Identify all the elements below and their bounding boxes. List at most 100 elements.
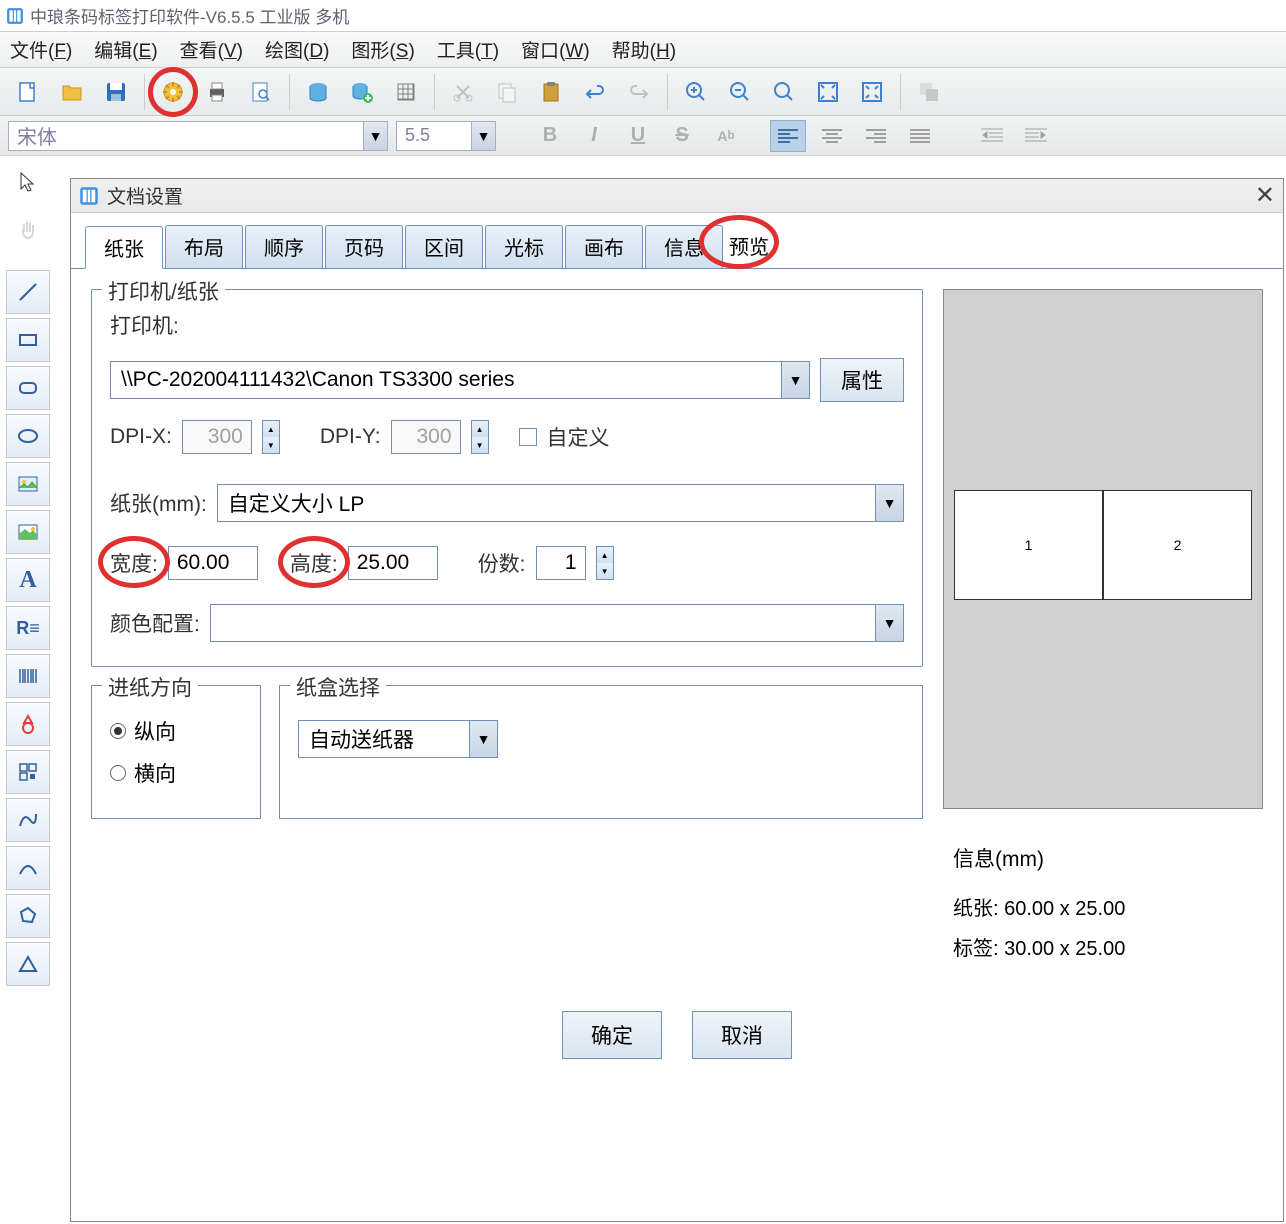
align-left-button[interactable] — [770, 120, 806, 152]
font-select[interactable]: 宋体 ▼ — [8, 121, 388, 151]
zoom-button[interactable] — [764, 72, 804, 112]
dpi-y-spinner[interactable]: ▲▼ — [471, 420, 489, 454]
menu-help[interactable]: 帮助(H) — [612, 36, 676, 63]
open-button[interactable] — [52, 72, 92, 112]
font-name: 宋体 — [9, 121, 363, 150]
menu-tool[interactable]: 工具(T) — [437, 36, 499, 63]
redo-button[interactable] — [619, 72, 659, 112]
info-paper: 纸张: 60.00 x 25.00 — [953, 889, 1253, 929]
menu-window[interactable]: 窗口(W) — [521, 36, 590, 63]
doc-settings-button[interactable] — [153, 72, 193, 112]
qrcode-tool[interactable] — [6, 750, 50, 794]
dialog-tabs: 纸张 布局 顺序 页码 区间 光标 画布 信息 预览 — [71, 213, 1283, 269]
database-add-button[interactable] — [342, 72, 382, 112]
tab-canvas[interactable]: 画布 — [565, 225, 643, 268]
new-doc-button[interactable] — [8, 72, 48, 112]
indent-left-button[interactable] — [974, 120, 1010, 152]
undo-button[interactable] — [575, 72, 615, 112]
align-center-button[interactable] — [814, 120, 850, 152]
superscript-button[interactable]: Ab — [708, 120, 744, 152]
shape-tool[interactable] — [6, 702, 50, 746]
copies-spinner[interactable]: ▲▼ — [596, 546, 614, 580]
tray-select[interactable]: 自动送纸器 ▼ — [298, 720, 498, 758]
menu-shape[interactable]: 图形(S) — [351, 36, 414, 63]
dropdown-icon[interactable]: ▼ — [875, 605, 903, 641]
dialog-buttons: 确定 取消 — [71, 999, 1283, 1071]
fit-width-button[interactable] — [852, 72, 892, 112]
portrait-radio[interactable]: 纵向 — [110, 716, 242, 746]
printer-select[interactable]: \\PC-202004111432\Canon TS3300 series ▼ — [110, 361, 810, 399]
layers-button[interactable] — [909, 72, 949, 112]
dpi-x-spinner[interactable]: ▲▼ — [262, 420, 280, 454]
height-label: 高度: — [290, 548, 338, 578]
underline-button[interactable]: U — [620, 120, 656, 152]
ellipse-tool[interactable] — [6, 414, 50, 458]
triangle-tool[interactable] — [6, 942, 50, 986]
menu-edit[interactable]: 编辑(E) — [94, 36, 157, 63]
align-right-button[interactable] — [858, 120, 894, 152]
radio-icon — [110, 723, 126, 739]
bold-button[interactable]: B — [532, 120, 568, 152]
grid-button[interactable] — [386, 72, 426, 112]
pointer-tool[interactable] — [6, 160, 50, 204]
close-icon[interactable]: ✕ — [1255, 181, 1275, 210]
print-button[interactable] — [197, 72, 237, 112]
cancel-button[interactable]: 取消 — [692, 1011, 792, 1059]
height-input[interactable] — [348, 546, 438, 580]
zoom-in-button[interactable] — [676, 72, 716, 112]
color-config-select[interactable]: ▼ — [210, 604, 904, 642]
landscape-radio[interactable]: 横向 — [110, 758, 242, 788]
zoom-out-button[interactable] — [720, 72, 760, 112]
menu-draw[interactable]: 绘图(D) — [265, 36, 329, 63]
picture-tool[interactable] — [6, 510, 50, 554]
preview-labels: 1 2 — [954, 490, 1252, 600]
font-size-input[interactable]: 5.5 ▼ — [396, 121, 496, 151]
size-dropdown-icon[interactable]: ▼ — [471, 122, 495, 150]
dpi-y-input[interactable] — [391, 420, 461, 454]
line-tool[interactable] — [6, 270, 50, 314]
tab-page[interactable]: 页码 — [325, 225, 403, 268]
menu-file[interactable]: 文件(F) — [10, 36, 72, 63]
fit-button[interactable] — [808, 72, 848, 112]
dropdown-icon[interactable]: ▼ — [875, 485, 903, 521]
tab-layout[interactable]: 布局 — [165, 225, 243, 268]
italic-button[interactable]: I — [576, 120, 612, 152]
custom-checkbox[interactable] — [519, 428, 537, 446]
rounded-rect-tool[interactable] — [6, 366, 50, 410]
preview-button[interactable] — [241, 72, 281, 112]
hand-tool[interactable] — [6, 208, 50, 252]
arc-tool[interactable] — [6, 846, 50, 890]
curve-tool[interactable] — [6, 798, 50, 842]
toolbar-separator — [289, 74, 290, 110]
font-dropdown-icon[interactable]: ▼ — [363, 122, 387, 150]
width-input[interactable] — [168, 546, 258, 580]
tab-preview[interactable]: 预览 — [711, 225, 787, 268]
menu-view[interactable]: 查看(V) — [180, 36, 243, 63]
save-button[interactable] — [96, 72, 136, 112]
barcode-tool[interactable] — [6, 654, 50, 698]
copies-input[interactable] — [536, 546, 586, 580]
text-tool[interactable]: A — [6, 558, 50, 602]
copy-button[interactable] — [487, 72, 527, 112]
tab-range[interactable]: 区间 — [405, 225, 483, 268]
ok-button[interactable]: 确定 — [562, 1011, 662, 1059]
align-justify-button[interactable] — [902, 120, 938, 152]
database-button[interactable] — [298, 72, 338, 112]
strikethrough-button[interactable]: S — [664, 120, 700, 152]
properties-button[interactable]: 属性 — [820, 358, 904, 402]
dropdown-icon[interactable]: ▼ — [469, 721, 497, 757]
image-tool[interactable] — [6, 462, 50, 506]
paper-select[interactable]: 自定义大小 LP ▼ — [217, 484, 904, 522]
richtext-tool[interactable]: R≡ — [6, 606, 50, 650]
dialog-icon — [79, 186, 99, 206]
dropdown-icon[interactable]: ▼ — [781, 362, 809, 398]
tab-order[interactable]: 顺序 — [245, 225, 323, 268]
cut-button[interactable] — [443, 72, 483, 112]
paste-button[interactable] — [531, 72, 571, 112]
tab-cursor[interactable]: 光标 — [485, 225, 563, 268]
dpi-x-input[interactable] — [182, 420, 252, 454]
polygon-tool[interactable] — [6, 894, 50, 938]
indent-right-button[interactable] — [1018, 120, 1054, 152]
rect-tool[interactable] — [6, 318, 50, 362]
tab-paper[interactable]: 纸张 — [85, 226, 163, 269]
